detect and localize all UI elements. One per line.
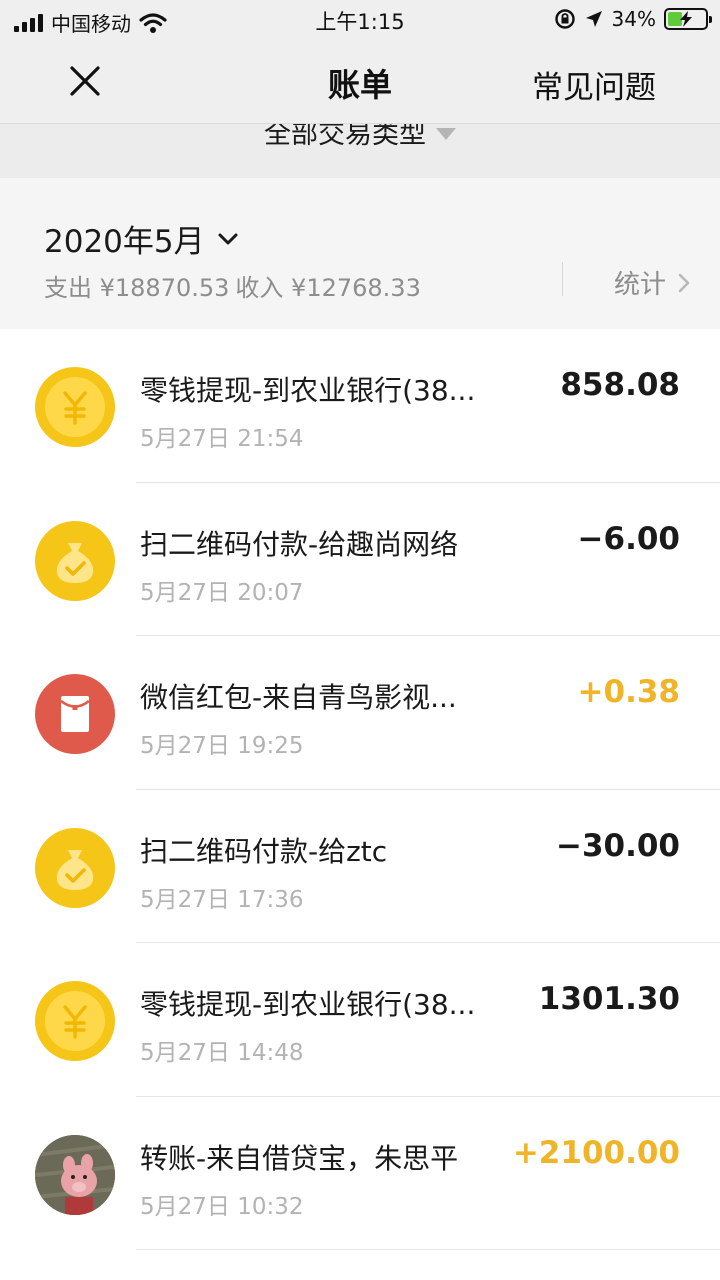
income-total: 收入 ¥12768.33	[235, 274, 421, 302]
month-selector[interactable]: 2020年5月	[44, 216, 239, 261]
transaction-row[interactable]: 转账-来自借贷宝，朱思平 5月27日 10:32 +2100.00	[0, 1097, 720, 1251]
transaction-list: 零钱提现-到农业银行(38... 5月27日 21:54 858.08 扫二维码…	[0, 329, 720, 1250]
status-right: 34%	[554, 7, 712, 31]
transaction-amount: 858.08	[560, 367, 680, 403]
transaction-amount: +2100.00	[512, 1134, 680, 1171]
month-summary: 2020年5月 支出 ¥18870.53 收入 ¥12768.33 统计	[0, 178, 720, 329]
transaction-time: 5月27日 17:36	[140, 886, 304, 913]
month-label[interactable]: 2020年5月	[44, 216, 205, 261]
transaction-time: 5月27日 20:07	[140, 579, 304, 606]
stats-label[interactable]: 统计	[614, 264, 666, 301]
transaction-title: 扫二维码付款-给趣尚网络	[140, 527, 459, 561]
chevron-right-icon	[678, 273, 690, 292]
battery-percent: 34%	[611, 7, 656, 31]
transaction-amount: +0.38	[577, 674, 680, 710]
transaction-title: 零钱提现-到农业银行(38...	[140, 988, 476, 1021]
faq-button[interactable]: 常见问题	[532, 62, 656, 107]
transaction-row[interactable]: 扫二维码付款-给ztc 5月27日 17:36 −30.00	[0, 790, 720, 944]
status-bar: 中国移动 上午1:15 34%	[0, 0, 720, 40]
transaction-row[interactable]: 扫二维码付款-给趣尚网络 5月27日 20:07 −6.00	[0, 483, 720, 637]
location-icon	[585, 11, 602, 27]
expense-total: 支出 ¥18870.53	[44, 274, 230, 302]
transaction-title: 微信红包-来自青鸟影视...	[140, 681, 457, 714]
nav-bar: 账单 常见问题	[0, 40, 720, 124]
transaction-row[interactable]: 零钱提现-到农业银行(38... 5月27日 21:54 858.08	[0, 329, 720, 483]
transaction-time: 5月27日 19:25	[140, 733, 304, 759]
close-icon[interactable]	[66, 62, 104, 100]
red-packet-icon	[35, 674, 115, 754]
money-bag-icon	[35, 827, 115, 908]
transaction-title: 扫二维码付款-给ztc	[140, 834, 388, 868]
battery-charging-icon	[664, 8, 712, 30]
money-bag-icon	[35, 520, 115, 601]
transaction-time: 5月27日 14:48	[140, 1040, 304, 1066]
stats-button[interactable]: 统计	[614, 264, 690, 301]
caret-down-icon	[436, 127, 456, 140]
divider	[562, 262, 563, 296]
transaction-time: 5月27日 10:32	[140, 1193, 304, 1220]
transaction-amount: −30.00	[555, 827, 680, 864]
transaction-time: 5月27日 21:54	[140, 426, 304, 452]
orientation-lock-icon	[554, 9, 575, 29]
month-totals: 支出 ¥18870.53 收入 ¥12768.33	[44, 268, 421, 303]
transaction-title: 转账-来自借贷宝，朱思平	[140, 1141, 459, 1175]
avatar-icon	[35, 1134, 115, 1215]
transaction-row[interactable]: 微信红包-来自青鸟影视... 5月27日 19:25 +0.38	[0, 636, 720, 790]
transaction-title: 零钱提现-到农业银行(38...	[140, 374, 476, 407]
transaction-row[interactable]: 零钱提现-到农业银行(38... 5月27日 14:48 1301.30	[0, 943, 720, 1097]
yuan-coin-icon	[35, 367, 115, 447]
transaction-type-filter[interactable]: 全部交易类型	[0, 124, 720, 178]
transaction-amount: 1301.30	[538, 981, 680, 1017]
transaction-amount: −6.00	[577, 520, 680, 557]
chevron-down-icon	[218, 233, 238, 244]
yuan-coin-icon	[35, 981, 115, 1061]
filter-label[interactable]: 全部交易类型	[264, 124, 426, 151]
